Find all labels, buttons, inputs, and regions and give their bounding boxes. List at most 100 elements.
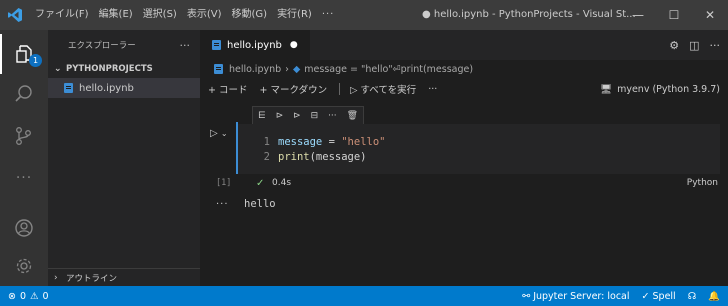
add-code-cell-button[interactable]: + コード: [208, 82, 247, 96]
code-token-operator: =: [322, 135, 342, 148]
minimize-button[interactable]: —: [620, 0, 656, 30]
line-number: 2: [263, 150, 270, 163]
add-markdown-cell-button[interactable]: + マークダウン: [259, 82, 327, 96]
explorer-badge: 1: [29, 54, 42, 67]
jupyter-server-status[interactable]: ⚯ Jupyter Server: local: [522, 291, 629, 302]
cell-more-icon[interactable]: ···: [328, 111, 337, 121]
kernel-picker[interactable]: 🖥 myenv (Python 3.9.7): [600, 78, 720, 100]
execute-below-icon[interactable]: ⊳: [293, 111, 301, 121]
tab-hello-ipynb[interactable]: hello.ipynb ●: [200, 30, 310, 60]
menu-bar: ファイル(F) 編集(E) 選択(S) 表示(V) 移動(G) 実行(R) ··…: [30, 0, 339, 30]
search-icon[interactable]: [0, 74, 48, 114]
more-views-icon[interactable]: ···: [0, 158, 48, 198]
settings-gear-icon[interactable]: ⚙: [669, 39, 679, 52]
run-all-button[interactable]: ▷ すべてを実行: [350, 82, 416, 96]
execution-count: [1]: [216, 178, 232, 188]
warning-count: 0: [42, 290, 49, 302]
cell-symbol-icon: ◆: [292, 63, 301, 75]
cell-language-picker[interactable]: Python: [687, 178, 718, 188]
activity-bar: 1 ···: [0, 30, 48, 286]
maximize-button[interactable]: ☐: [656, 0, 692, 30]
editor-actions: ⚙ ◫ ···: [669, 30, 720, 60]
manage-gear-icon[interactable]: [0, 246, 48, 286]
outline-section-header[interactable]: › アウトライン: [48, 268, 200, 286]
chevron-down-icon: ⌄: [220, 129, 228, 138]
problems-indicator[interactable]: ⊗ 0 ⚠ 0: [8, 291, 49, 302]
editor-tabs: hello.ipynb ● ⚙ ◫ ···: [200, 30, 728, 60]
folder-section-header[interactable]: ⌄ PYTHONPROJECTS: [48, 60, 200, 78]
cell-output: ··· hello: [200, 194, 728, 214]
outline-label: アウトライン: [66, 273, 118, 284]
folder-name: PYTHONPROJECTS: [66, 64, 153, 74]
run-by-line-icon[interactable]: ⋿: [258, 111, 266, 121]
notebook-file-icon: [214, 64, 223, 74]
source-control-icon[interactable]: [0, 116, 48, 156]
toolbar-divider: [339, 83, 341, 95]
menu-view[interactable]: 表示(V): [182, 0, 227, 30]
account-icon[interactable]: [0, 208, 48, 248]
menu-edit[interactable]: 編集(E): [94, 0, 138, 30]
breadcrumb-symbol[interactable]: message = "hello"⏎print(message): [304, 64, 473, 75]
status-bar: ⊗ 0 ⚠ 0 ⚯ Jupyter Server: local ✓ Spell …: [0, 286, 728, 306]
code-cell-editor[interactable]: 1 message = "hello" 2 print (message): [238, 124, 720, 174]
cell-status-row: [1] ✓ 0.4s Python: [200, 174, 728, 192]
run-all-label: すべてを実行: [360, 85, 417, 96]
breadcrumb-separator-icon: ›: [285, 63, 289, 75]
error-count: 0: [19, 290, 27, 302]
kernel-label: myenv (Python 3.9.7): [617, 83, 720, 95]
run-all-icon: ▷: [350, 85, 361, 96]
menu-file[interactable]: ファイル(F): [30, 0, 94, 30]
notebook-file-icon: [212, 40, 221, 50]
run-cell-button[interactable]: ▷ ⌄: [210, 128, 228, 139]
split-editor-icon[interactable]: ◫: [689, 39, 699, 52]
close-button[interactable]: ✕: [692, 0, 728, 30]
notebook-file-icon: [64, 83, 73, 93]
file-label: hello.ipynb: [79, 82, 134, 94]
delete-cell-icon[interactable]: 🗑: [347, 111, 358, 121]
feedback-icon[interactable]: ☊: [688, 291, 696, 302]
output-more-button[interactable]: ···: [216, 199, 229, 210]
breadcrumb-file[interactable]: hello.ipynb: [229, 64, 281, 75]
vscode-logo-icon: [0, 0, 30, 30]
toolbar-more-button[interactable]: ···: [428, 84, 437, 95]
menu-more[interactable]: ···: [317, 0, 340, 30]
code-token-function: print: [278, 150, 310, 163]
chevron-right-icon: ›: [54, 272, 58, 283]
notifications-bell-icon[interactable]: 🔔: [708, 291, 720, 302]
window-title: ● hello.ipynb - PythonProjects - Visual …: [422, 9, 636, 20]
explorer-header: エクスプローラー ···: [48, 30, 200, 60]
unsaved-dot-icon[interactable]: ●: [290, 40, 298, 50]
notebook-toolbar: + コード + マークダウン ▷ すべてを実行 ··· 🖥 myenv (Pyt…: [200, 78, 728, 100]
code-line: 2 print (message): [238, 149, 720, 164]
run-cell-icon: ▷: [210, 128, 218, 139]
menu-selection[interactable]: 選択(S): [138, 0, 182, 30]
error-icon: ⊗: [8, 290, 16, 302]
line-number: 1: [263, 135, 270, 148]
kernel-icon: 🖥: [600, 83, 613, 95]
file-item-hello-ipynb[interactable]: hello.ipynb: [48, 78, 200, 98]
warning-icon: ⚠: [30, 290, 39, 302]
editor-area: hello.ipynb ● ⚙ ◫ ··· hello.ipynb › ◆ me…: [200, 30, 728, 286]
title-bar: ファイル(F) 編集(E) 選択(S) 表示(V) 移動(G) 実行(R) ··…: [0, 0, 728, 30]
execute-above-icon[interactable]: ⊳: [276, 111, 284, 121]
menu-run[interactable]: 実行(R): [272, 0, 317, 30]
editor-more-icon[interactable]: ···: [710, 39, 721, 52]
explorer-title: エクスプローラー: [68, 41, 136, 51]
jupyter-server-label: Jupyter Server: local: [533, 290, 630, 302]
success-check-icon: ✓: [256, 177, 265, 189]
chevron-down-icon: ⌄: [54, 64, 62, 74]
breadcrumb: hello.ipynb › ◆ message = "hello"⏎print(…: [200, 60, 728, 78]
menu-go[interactable]: 移動(G): [227, 0, 273, 30]
code-line: 1 message = "hello": [238, 134, 720, 149]
status-bar-right: ⚯ Jupyter Server: local ✓ Spell ☊ 🔔: [522, 291, 720, 302]
code-token-string: "hello": [341, 135, 386, 148]
split-cell-icon[interactable]: ⊟: [311, 111, 319, 121]
explorer-more-button[interactable]: ···: [180, 39, 191, 52]
explorer-sidebar: エクスプローラー ··· ⌄ PYTHONPROJECTS hello.ipyn…: [48, 30, 200, 286]
spell-check-status[interactable]: ✓ Spell: [642, 291, 676, 302]
code-token-args: (message): [309, 150, 367, 163]
jupyter-icon: ⚯: [522, 290, 534, 302]
cell-toolbar: ⋿ ⊳ ⊳ ⊟ ··· 🗑: [252, 106, 364, 126]
code-token-variable: message: [278, 135, 323, 148]
explorer-icon[interactable]: 1: [0, 34, 48, 74]
